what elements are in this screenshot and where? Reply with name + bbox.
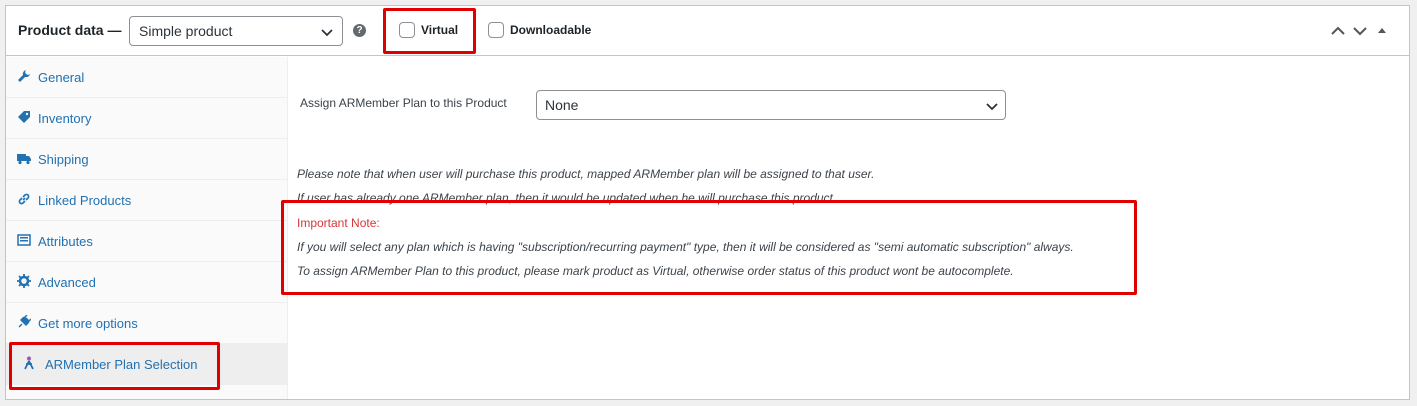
- armember-plan-select[interactable]: None: [536, 90, 1006, 120]
- plan-note-1: Please note that when user will purchase…: [297, 167, 875, 181]
- tab-get-more-options[interactable]: Get more options: [6, 303, 288, 344]
- product-type-value: Simple product: [139, 23, 233, 39]
- tab-label[interactable]: Advanced: [38, 275, 96, 290]
- downloadable-checkbox-wrap[interactable]: Downloadable: [488, 21, 598, 41]
- link-icon: [18, 193, 30, 205]
- wrench-icon: [18, 70, 30, 82]
- tab-attributes[interactable]: Attributes: [6, 221, 288, 262]
- tab-label[interactable]: ARMember Plan Selection: [45, 357, 197, 372]
- plan-select-value: None: [545, 97, 579, 113]
- list-icon: [17, 234, 31, 246]
- virtual-checkbox-wrap[interactable]: Virtual: [399, 21, 479, 41]
- tab-armember-plan-selection[interactable]: ARMember Plan Selection: [6, 344, 288, 385]
- product-data-header: Product data — Simple product ? Virtual …: [6, 6, 1409, 56]
- tag-icon: [18, 111, 30, 123]
- tab-label[interactable]: Linked Products: [38, 193, 131, 208]
- tab-general[interactable]: General: [6, 57, 288, 98]
- virtual-checkbox[interactable]: [399, 22, 415, 38]
- assign-plan-label: Assign ARMember Plan to this Product: [300, 96, 507, 110]
- tab-label[interactable]: Attributes: [38, 234, 93, 249]
- armember-plan-panel: Assign ARMember Plan to this Product Non…: [281, 57, 1409, 399]
- chevron-down-icon: [986, 103, 998, 111]
- downloadable-label[interactable]: Downloadable: [510, 23, 591, 37]
- tab-linked-products[interactable]: Linked Products: [6, 180, 288, 221]
- triangle-up-icon[interactable]: [1374, 23, 1390, 39]
- chevron-down-icon: [321, 29, 333, 37]
- tab-label[interactable]: Get more options: [38, 316, 138, 331]
- important-note-title: Important Note:: [297, 216, 380, 230]
- important-note-2: To assign ARMember Plan to this product,…: [297, 264, 1014, 278]
- virtual-label[interactable]: Virtual: [421, 23, 458, 37]
- chevron-down-icon[interactable]: [1352, 23, 1368, 39]
- armember-icon: [24, 356, 34, 370]
- plan-note-2: If user has already one ARMember plan, t…: [297, 191, 837, 205]
- tab-label[interactable]: Shipping: [38, 152, 89, 167]
- panel-title: Product data —: [18, 22, 122, 38]
- truck-icon: [17, 154, 31, 165]
- product-type-select[interactable]: Simple product: [129, 16, 343, 46]
- chevron-up-icon[interactable]: [1330, 23, 1346, 39]
- downloadable-checkbox[interactable]: [488, 22, 504, 38]
- tab-advanced[interactable]: Advanced: [6, 262, 288, 303]
- question-circle-icon[interactable]: ?: [353, 24, 366, 37]
- plugin-icon: [18, 315, 31, 328]
- important-note-1: If you will select any plan which is hav…: [297, 240, 1074, 254]
- tab-label[interactable]: General: [38, 70, 84, 85]
- tab-inventory[interactable]: Inventory: [6, 98, 288, 139]
- tab-label[interactable]: Inventory: [38, 111, 91, 126]
- product-data-panel: Product data — Simple product ? Virtual …: [5, 5, 1410, 400]
- tab-shipping[interactable]: Shipping: [6, 139, 288, 180]
- product-data-tabs: General Inventory Shipping Linked Produc…: [6, 57, 288, 399]
- gear-icon: [17, 274, 31, 288]
